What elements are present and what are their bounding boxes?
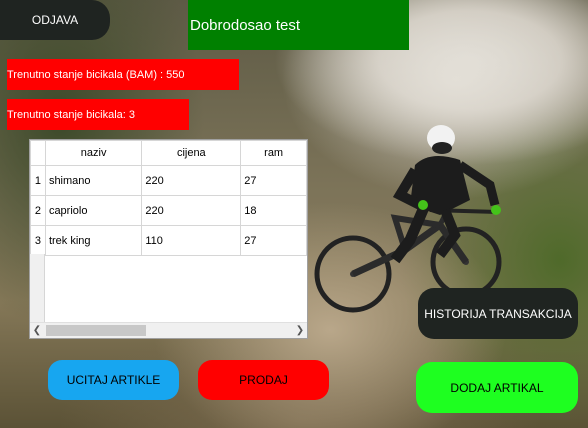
inventory-value-label: Trenutno stanje bicikala (BAM) : 550 (7, 59, 239, 90)
cell-ram[interactable]: 18 (240, 195, 307, 226)
row-index: 1 (30, 165, 46, 196)
row-header-corner (30, 140, 46, 166)
welcome-banner: Dobrodosao test (188, 0, 409, 50)
load-articles-button[interactable]: UCITAJ ARTIKLE (48, 360, 179, 400)
row-index: 2 (30, 195, 46, 226)
cell-naziv[interactable]: trek king (44, 225, 143, 256)
column-header-cijena[interactable]: cijena (141, 140, 242, 166)
articles-table: naziv cijena ram 1 shimano 220 27 2 capr… (30, 140, 307, 256)
table-row[interactable]: 3 trek king 110 27 (30, 225, 307, 256)
sell-button[interactable]: PRODAJ (198, 360, 329, 400)
articles-grid[interactable]: naziv cijena ram 1 shimano 220 27 2 capr… (29, 139, 308, 339)
chevron-right-icon[interactable]: ❯ (293, 323, 307, 338)
transaction-history-button[interactable]: HISTORIJA TRANSAKCIJA (418, 288, 578, 339)
chevron-left-icon[interactable]: ❮ (30, 323, 44, 338)
add-article-button[interactable]: DODAJ ARTIKAL (416, 362, 578, 413)
column-header-naziv[interactable]: naziv (44, 140, 143, 166)
column-header-ram[interactable]: ram (240, 140, 307, 166)
cell-ram[interactable]: 27 (240, 165, 307, 196)
cell-cijena[interactable]: 110 (141, 225, 242, 256)
cell-naziv[interactable]: capriolo (44, 195, 143, 226)
scrollbar-thumb[interactable] (46, 325, 146, 336)
table-header-row: naziv cijena ram (30, 140, 307, 166)
horizontal-scrollbar[interactable]: ❮ ❯ (30, 322, 307, 338)
logout-button[interactable]: ODJAVA (0, 0, 110, 40)
table-row[interactable]: 1 shimano 220 27 (30, 165, 307, 196)
table-row[interactable]: 2 capriolo 220 18 (30, 195, 307, 226)
cell-naziv[interactable]: shimano (44, 165, 143, 196)
cell-cijena[interactable]: 220 (141, 195, 242, 226)
row-header-empty-area (30, 254, 45, 324)
cell-cijena[interactable]: 220 (141, 165, 242, 196)
inventory-count-label: Trenutno stanje bicikala: 3 (7, 99, 189, 130)
cell-ram[interactable]: 27 (240, 225, 307, 256)
row-index: 3 (30, 225, 46, 256)
